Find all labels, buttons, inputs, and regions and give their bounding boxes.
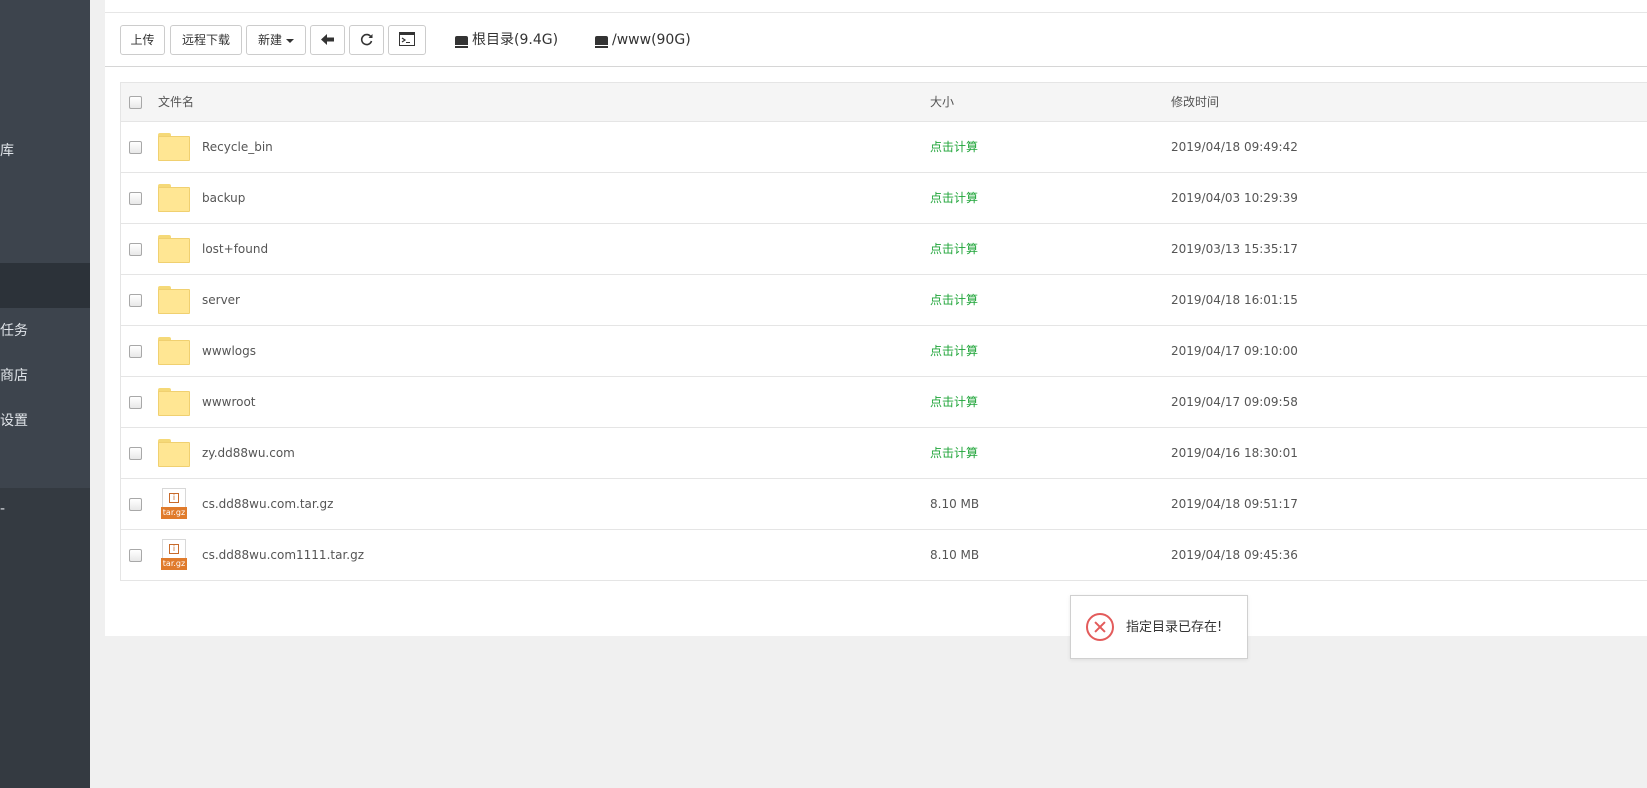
hdd-icon	[455, 36, 468, 48]
calculate-size-link[interactable]: 点击计算	[930, 122, 978, 172]
modified-time: 2019/04/03 10:29:39	[1171, 191, 1298, 205]
terminal-icon	[399, 32, 415, 46]
file-name[interactable]: cs.dd88wu.com1111.tar.gz	[202, 530, 364, 580]
table-row[interactable]: i tar.gz cs.dd88wu.com1111.tar.gz 8.10 M…	[121, 530, 1647, 581]
folder-icon	[158, 235, 190, 263]
new-dropdown-button[interactable]: 新建	[246, 25, 306, 55]
error-toast: 指定目录已存在!	[1070, 595, 1248, 659]
row-checkbox[interactable]	[129, 345, 142, 358]
table-row[interactable]: Recycle_bin 点击计算 2019/04/18 09:49:42	[121, 122, 1647, 173]
calculate-size-link[interactable]: 点击计算	[930, 428, 978, 478]
select-all-checkbox[interactable]	[129, 96, 142, 109]
upload-button[interactable]: 上传	[120, 25, 165, 55]
disk-www-link[interactable]: /www(90G)	[595, 30, 691, 50]
sidebar-active-item[interactable]	[0, 263, 90, 308]
sidebar-item-tasks[interactable]: 任务	[0, 321, 28, 341]
back-button[interactable]	[310, 25, 345, 55]
column-header-name[interactable]: 文件名	[158, 83, 194, 121]
archive-badge: tar.gz	[161, 558, 187, 570]
file-table: 文件名 大小 修改时间 Recycle_bin 点击计算 2019/04/18 …	[120, 82, 1647, 581]
row-checkbox[interactable]	[129, 141, 142, 154]
back-arrow-icon	[321, 34, 334, 45]
sidebar-item-logout[interactable]: -	[0, 499, 5, 519]
sidebar-lower-section	[0, 488, 90, 788]
refresh-button[interactable]	[349, 25, 384, 55]
archive-icon: i tar.gz	[161, 539, 187, 571]
table-header: 文件名 大小 修改时间	[121, 83, 1647, 122]
toast-message: 指定目录已存在!	[1126, 620, 1223, 635]
row-checkbox[interactable]	[129, 498, 142, 511]
modified-time: 2019/04/17 09:09:58	[1171, 395, 1298, 409]
divider	[105, 66, 1647, 67]
row-checkbox[interactable]	[129, 192, 142, 205]
modified-time: 2019/04/18 16:01:15	[1171, 293, 1298, 307]
folder-icon	[158, 184, 190, 212]
folder-icon	[158, 337, 190, 365]
modified-time: 2019/04/18 09:49:42	[1171, 140, 1298, 154]
table-row[interactable]: wwwroot 点击计算 2019/04/17 09:09:58	[121, 377, 1647, 428]
folder-icon	[158, 388, 190, 416]
disk-root-link[interactable]: 根目录(9.4G)	[455, 30, 558, 50]
modified-time: 2019/04/18 09:51:17	[1171, 497, 1298, 511]
folder-icon	[158, 439, 190, 467]
disk-www-label: /www(90G)	[612, 32, 691, 48]
row-checkbox[interactable]	[129, 243, 142, 256]
new-button-label: 新建	[257, 33, 282, 47]
calculate-size-link[interactable]: 点击计算	[930, 173, 978, 223]
table-row[interactable]: zy.dd88wu.com 点击计算 2019/04/16 18:30:01	[121, 428, 1647, 479]
modified-time: 2019/04/16 18:30:01	[1171, 446, 1298, 460]
table-row[interactable]: lost+found 点击计算 2019/03/13 15:35:17	[121, 224, 1647, 275]
sidebar-item-database[interactable]: 库	[0, 141, 14, 161]
file-name[interactable]: wwwroot	[202, 377, 256, 427]
modified-time: 2019/04/18 09:45:36	[1171, 548, 1298, 562]
calculate-size-link[interactable]: 点击计算	[930, 326, 978, 376]
file-name[interactable]: backup	[202, 173, 245, 223]
file-size: 8.10 MB	[930, 548, 980, 562]
file-name[interactable]: zy.dd88wu.com	[202, 428, 295, 478]
row-checkbox[interactable]	[129, 294, 142, 307]
sidebar-item-store[interactable]: 商店	[0, 366, 28, 386]
file-name[interactable]: lost+found	[202, 224, 268, 274]
terminal-button[interactable]	[388, 25, 426, 55]
file-size: 8.10 MB	[930, 497, 980, 511]
file-name[interactable]: wwwlogs	[202, 326, 256, 376]
modified-time: 2019/03/13 15:35:17	[1171, 242, 1298, 256]
sidebar-item-settings[interactable]: 设置	[0, 411, 28, 431]
hdd-icon	[595, 36, 608, 48]
disk-root-label: 根目录(9.4G)	[472, 32, 559, 48]
table-row[interactable]: backup 点击计算 2019/04/03 10:29:39	[121, 173, 1647, 224]
calculate-size-link[interactable]: 点击计算	[930, 377, 978, 427]
modified-time: 2019/04/17 09:10:00	[1171, 344, 1298, 358]
file-name[interactable]: cs.dd88wu.com.tar.gz	[202, 479, 333, 529]
file-manager-panel: 上传 远程下载 新建 根目录(9.4G) /www(90G) 文件名 大小 修改…	[105, 0, 1647, 636]
folder-icon	[158, 133, 190, 161]
row-checkbox[interactable]	[129, 447, 142, 460]
column-header-mtime[interactable]: 修改时间	[1171, 83, 1219, 121]
divider	[105, 12, 1647, 13]
file-name[interactable]: server	[202, 275, 240, 325]
folder-icon	[158, 286, 190, 314]
error-icon	[1086, 613, 1114, 641]
row-checkbox[interactable]	[129, 396, 142, 409]
file-name[interactable]: Recycle_bin	[202, 122, 273, 172]
sidebar: 库 任务 商店 设置 -	[0, 0, 90, 788]
table-row[interactable]: i tar.gz cs.dd88wu.com.tar.gz 8.10 MB 20…	[121, 479, 1647, 530]
archive-icon: i tar.gz	[161, 488, 187, 520]
archive-badge: tar.gz	[161, 507, 187, 519]
table-row[interactable]: server 点击计算 2019/04/18 16:01:15	[121, 275, 1647, 326]
remote-download-button[interactable]: 远程下载	[170, 25, 242, 55]
row-checkbox[interactable]	[129, 549, 142, 562]
refresh-icon	[360, 33, 373, 46]
calculate-size-link[interactable]: 点击计算	[930, 224, 978, 274]
table-row[interactable]: wwwlogs 点击计算 2019/04/17 09:10:00	[121, 326, 1647, 377]
caret-down-icon	[286, 38, 294, 43]
calculate-size-link[interactable]: 点击计算	[930, 275, 978, 325]
column-header-size[interactable]: 大小	[930, 83, 954, 121]
